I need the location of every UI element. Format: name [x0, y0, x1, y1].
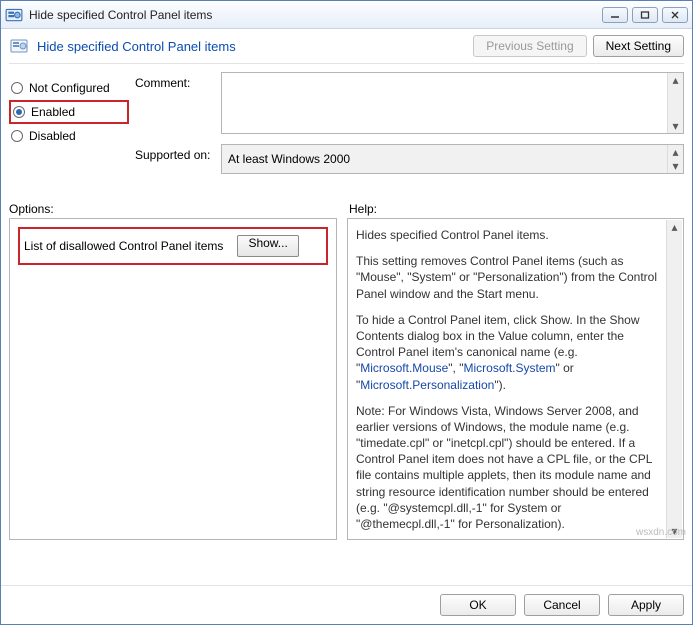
supported-value: At least Windows 2000: [228, 152, 350, 166]
radio-label: Disabled: [29, 129, 76, 143]
options-row-disallowed: List of disallowed Control Panel items S…: [18, 227, 328, 265]
scrollbar[interactable]: ▴ ▾: [667, 73, 683, 133]
maximize-button[interactable]: [632, 7, 658, 23]
supported-field: At least Windows 2000 ▴ ▾: [221, 144, 684, 174]
help-link[interactable]: Microsoft.Mouse: [360, 361, 448, 375]
close-button[interactable]: [662, 7, 688, 23]
options-row-label: List of disallowed Control Panel items: [24, 239, 223, 253]
next-setting-button[interactable]: Next Setting: [593, 35, 684, 57]
scroll-down-icon[interactable]: ▾: [667, 524, 682, 538]
divider: [9, 63, 684, 64]
scroll-up-icon[interactable]: ▴: [667, 220, 682, 234]
scrollbar[interactable]: ▴ ▾: [666, 220, 682, 538]
radio-label: Enabled: [31, 105, 75, 119]
show-button[interactable]: Show...: [237, 235, 298, 257]
scroll-down-icon[interactable]: ▾: [668, 159, 683, 173]
scroll-up-icon[interactable]: ▴: [668, 73, 683, 87]
radio-enabled[interactable]: Enabled: [9, 100, 129, 124]
comment-value: [222, 73, 667, 133]
help-heading: Help:: [349, 202, 377, 216]
comment-label: Comment:: [135, 72, 217, 90]
apply-button[interactable]: Apply: [608, 594, 684, 616]
ok-button[interactable]: OK: [440, 594, 516, 616]
state-radio-group: Not Configured Enabled Disabled: [9, 72, 129, 174]
previous-setting-button: Previous Setting: [473, 35, 586, 57]
radio-not-configured[interactable]: Not Configured: [9, 76, 129, 100]
scroll-down-icon[interactable]: ▾: [668, 119, 683, 133]
policy-title: Hide specified Control Panel items: [37, 39, 465, 54]
window-title: Hide specified Control Panel items: [29, 8, 602, 22]
cancel-button[interactable]: Cancel: [524, 594, 600, 616]
options-heading: Options:: [9, 202, 337, 216]
help-paragraph: To hide a Control Panel item, click Show…: [356, 312, 663, 393]
minimize-button[interactable]: [602, 7, 628, 23]
help-link[interactable]: Microsoft.System: [463, 361, 555, 375]
subheader: Hide specified Control Panel items Previ…: [1, 29, 692, 63]
radio-icon: [11, 82, 23, 94]
scroll-up-icon[interactable]: ▴: [668, 145, 683, 159]
supported-label: Supported on:: [135, 144, 217, 162]
app-icon: [5, 6, 23, 24]
policy-icon: [9, 36, 29, 56]
titlebar: Hide specified Control Panel items: [1, 1, 692, 29]
radio-icon: [11, 130, 23, 142]
comment-textarea[interactable]: ▴ ▾: [221, 72, 684, 134]
help-text: Hides specified Control Panel items. Thi…: [348, 219, 683, 539]
options-panel: List of disallowed Control Panel items S…: [9, 218, 337, 540]
radio-label: Not Configured: [29, 81, 110, 95]
footer: OK Cancel Apply: [1, 585, 692, 624]
radio-icon: [13, 106, 25, 118]
scrollbar[interactable]: ▴ ▾: [667, 145, 683, 173]
help-paragraph: Note: For Windows Vista, Windows Server …: [356, 403, 663, 533]
help-paragraph: This setting removes Control Panel items…: [356, 253, 663, 302]
help-paragraph: Hides specified Control Panel items.: [356, 227, 663, 243]
help-link[interactable]: Microsoft.Personalization: [360, 378, 494, 392]
help-panel: Hides specified Control Panel items. Thi…: [347, 218, 684, 540]
radio-disabled[interactable]: Disabled: [9, 124, 129, 148]
